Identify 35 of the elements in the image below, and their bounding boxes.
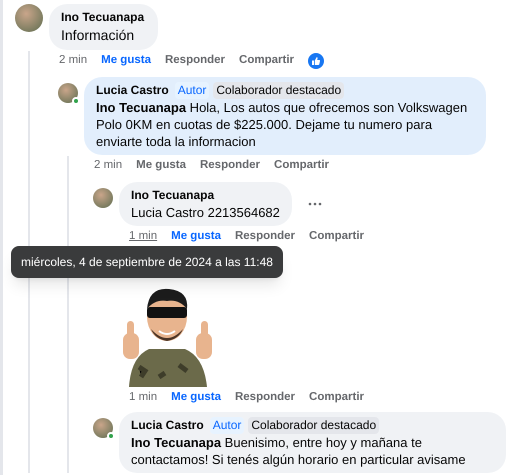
author-name[interactable]: Lucia Castro [131,417,204,434]
contributor-badge: Colaborador destacado [248,417,380,434]
author-name[interactable]: Lucia Castro [96,82,169,99]
reply-link[interactable]: Responder [234,228,296,246]
like-link[interactable]: Me gusta [136,157,186,175]
reply-link[interactable]: Responder [164,52,226,70]
contributor-badge: Colaborador destacado [213,82,344,99]
author-name[interactable]: Ino Tecuanapa [131,187,214,204]
timestamp-link[interactable]: 1 min [129,391,158,404]
timestamp-link[interactable]: 2 min [94,159,122,172]
more-icon [308,202,322,206]
author-badge: Autor [174,82,210,99]
avatar[interactable] [58,83,78,103]
avatar[interactable] [93,188,113,208]
comment-text: Ino Tecuanapa Hola, Los autos que ofrecemos son Volkswagen Polo 0KM en cuotas de $225.000. Dejame tu numero para enviarte toda la informacion [96,99,468,150]
like-link[interactable]: Me gusta [101,52,151,70]
like-reaction-icon[interactable] [308,53,324,69]
share-link[interactable]: Compartir [239,52,294,70]
avatar[interactable] [15,4,43,32]
author-name[interactable]: Ino Tecuanapa [61,9,144,26]
author-badge: Autor [210,417,244,434]
like-link[interactable]: Me gusta [171,228,221,246]
comment-text: Información [61,26,136,45]
timestamp-link[interactable]: 1 min [129,230,158,242]
share-link[interactable]: Compartir [274,157,329,175]
timestamp-tooltip: miércoles, 4 de septiembre de 2024 a las 11:48 [11,246,283,278]
share-link[interactable]: Compartir [309,228,364,246]
reply-link[interactable]: Responder [200,157,260,175]
avatar[interactable] [93,418,113,438]
share-link[interactable]: Compartir [309,389,364,407]
comment-text: Lucia Castro 2213564682 [131,204,280,221]
like-link[interactable]: Me gusta [171,389,221,407]
timestamp-link[interactable]: 2 min [59,54,88,66]
reply-link[interactable]: Responder [234,389,296,407]
comment-text: Ino Tecuanapa Buenisimo, entre hoy y mañana te contactamos! Si tenés algún horario en particular avisame [131,434,467,468]
